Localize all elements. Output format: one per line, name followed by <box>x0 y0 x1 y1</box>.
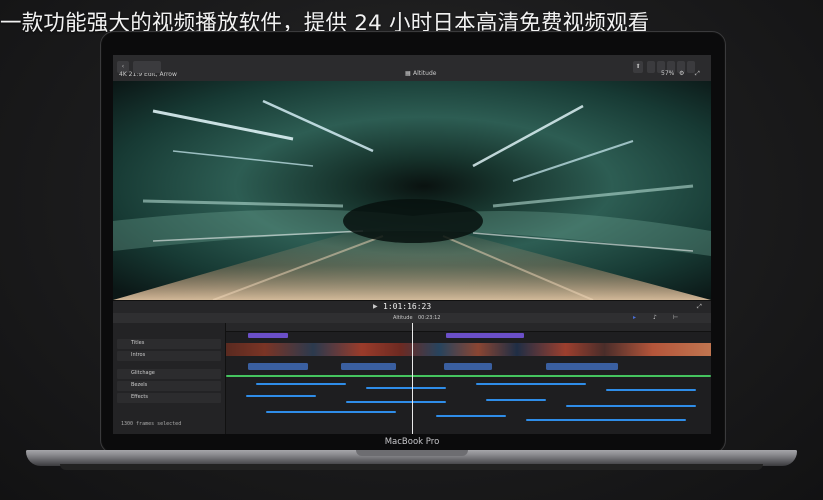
audio-track-blue[interactable] <box>566 405 696 407</box>
view-toggle-5[interactable] <box>687 61 695 73</box>
fullscreen-viewer-icon[interactable]: ⤢ <box>697 302 702 312</box>
sidebar-item-label: Glitchage <box>131 370 155 376</box>
audio-track-blue[interactable] <box>266 411 396 413</box>
timeline-duration: 00:23:12 <box>418 315 441 321</box>
app-screen: ‹ 4K 21:9 Edit, Arrow ⬆ ▦ Altitude 57% ⚙… <box>113 55 711 434</box>
timeline-playhead[interactable] <box>412 323 413 434</box>
sidebar-item-intros[interactable]: Intros <box>117 351 221 361</box>
library-button[interactable] <box>133 61 161 73</box>
film-icon: ▦ <box>405 70 411 77</box>
play-icon[interactable]: ▶ <box>373 302 378 312</box>
sidebar-browser: Titles Intros Glitchage Bezels Effects 1… <box>113 323 226 434</box>
title-clip[interactable] <box>248 333 288 338</box>
view-toggle-1[interactable] <box>647 61 655 73</box>
audio-track-blue[interactable] <box>476 383 586 385</box>
audio-track-blue[interactable] <box>606 389 696 391</box>
view-menu-icon[interactable]: ⚙ <box>679 69 684 79</box>
audio-track-blue[interactable] <box>436 415 506 417</box>
sidebar-item-effects[interactable]: Effects <box>117 393 221 403</box>
audio-track-blue[interactable] <box>246 395 316 397</box>
timeline[interactable] <box>226 323 711 434</box>
transport-bar: ▶ 1:01:16:23 ⤢ <box>113 300 711 314</box>
sidebar-item-label: Intros <box>131 352 146 358</box>
connected-clip[interactable] <box>341 363 396 370</box>
timeline-ruler[interactable] <box>226 323 711 332</box>
video-viewer[interactable] <box>113 81 711 300</box>
audio-skim-icon[interactable]: ♪ <box>653 313 657 323</box>
sidebar-item-label: Effects <box>131 394 148 400</box>
timecode-display[interactable]: 1:01:16:23 <box>383 302 431 311</box>
sidebar-item-label: Titles <box>131 340 145 346</box>
audio-track-blue[interactable] <box>256 383 346 385</box>
laptop-brand-label: MacBook Pro <box>384 437 440 447</box>
selection-status: 1300 frames selected <box>121 421 182 427</box>
timeline-name: Altitude <box>393 315 413 321</box>
app-top-bar: ‹ 4K 21:9 Edit, Arrow ⬆ ▦ Altitude 57% ⚙… <box>113 55 711 82</box>
audio-track-blue[interactable] <box>526 419 686 421</box>
laptop-notch <box>356 450 468 456</box>
fullscreen-icon[interactable]: ⤢ <box>695 69 700 79</box>
snapping-icon[interactable]: ⊢ <box>673 313 678 323</box>
laptop-foot <box>60 464 763 470</box>
audio-track-blue[interactable] <box>366 387 446 389</box>
connected-clip[interactable] <box>248 363 308 370</box>
audio-track-blue[interactable] <box>346 401 446 403</box>
primary-storyline[interactable] <box>226 343 711 356</box>
arrow-tool-icon[interactable]: ▸ <box>633 313 636 323</box>
audio-track-blue[interactable] <box>486 399 546 401</box>
sidebar-item-titles[interactable]: Titles <box>117 339 221 349</box>
sidebar-item-label: Bezels <box>131 382 148 388</box>
sidebar-item-glitchage[interactable]: Glitchage <box>117 369 221 379</box>
share-button[interactable]: ⬆ <box>633 61 643 73</box>
connected-clip[interactable] <box>546 363 618 370</box>
zoom-level[interactable]: 57% <box>661 69 674 79</box>
audio-track-green[interactable] <box>226 375 711 377</box>
title-clip[interactable] <box>446 333 524 338</box>
viewer-label: Altitude <box>413 70 437 77</box>
timeline-toolbar: Altitude 00:23:12 ▸ ♪ ⊢ <box>113 313 711 323</box>
viewer-frame-image <box>113 81 711 300</box>
connected-clip[interactable] <box>444 363 492 370</box>
sidebar-item-bezels[interactable]: Bezels <box>117 381 221 391</box>
